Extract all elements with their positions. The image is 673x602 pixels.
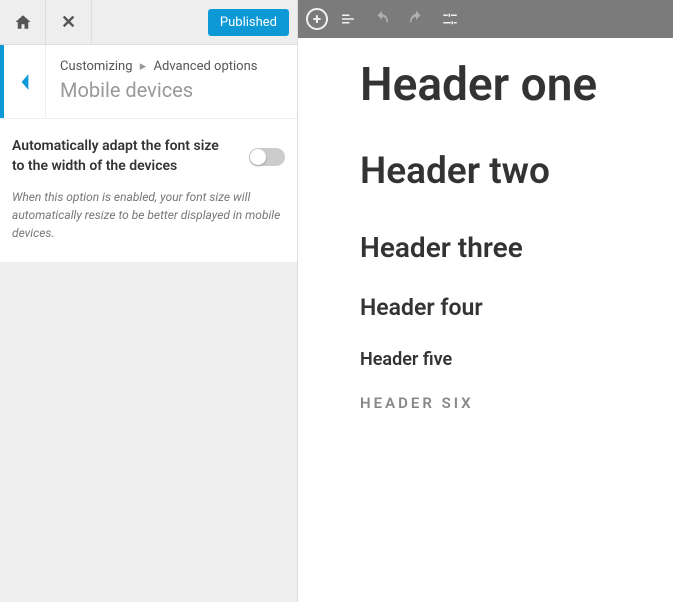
- settings-button[interactable]: [436, 5, 464, 33]
- preview-panel: + Header one Header two Header three Hea…: [298, 0, 673, 602]
- add-block-button[interactable]: +: [306, 8, 328, 30]
- heading-5[interactable]: Header five: [360, 349, 663, 370]
- page-title: Mobile devices: [60, 78, 283, 102]
- sidebar-top-row: ✕ Published: [0, 0, 297, 45]
- heading-1[interactable]: Header one: [360, 58, 663, 112]
- undo-icon: [373, 10, 391, 28]
- setting-label: Automatically adapt the font size to the…: [12, 137, 249, 176]
- heading-3[interactable]: Header three: [360, 231, 663, 264]
- setting-auto-font-size: Automatically adapt the font size to the…: [0, 119, 297, 263]
- home-button[interactable]: [0, 0, 46, 45]
- toggle-knob: [250, 149, 266, 165]
- chevron-right-icon: ▸: [140, 59, 147, 74]
- home-icon: [14, 13, 32, 31]
- setting-description: When this option is enabled, your font s…: [12, 188, 285, 242]
- redo-button[interactable]: [402, 5, 430, 33]
- redo-icon: [407, 10, 425, 28]
- heading-6[interactable]: HEADER SIX: [360, 394, 663, 412]
- customizer-sidebar: ✕ Published Customizing ▸ Advanced optio…: [0, 0, 298, 602]
- plus-icon: +: [313, 12, 321, 27]
- breadcrumb: Customizing ▸ Advanced options: [60, 59, 283, 74]
- list-icon: [339, 10, 357, 28]
- close-icon: ✕: [61, 12, 76, 33]
- sliders-icon: [441, 10, 459, 28]
- preview-content: Header one Header two Header three Heade…: [298, 38, 673, 602]
- breadcrumb-root: Customizing: [60, 59, 133, 74]
- breadcrumb-row: Customizing ▸ Advanced options Mobile de…: [0, 45, 297, 119]
- back-button[interactable]: [0, 45, 46, 118]
- publish-button[interactable]: Published: [208, 9, 289, 36]
- heading-4[interactable]: Header four: [360, 294, 663, 321]
- chevron-left-icon: [19, 73, 31, 91]
- toggle-auto-font-size[interactable]: [249, 148, 285, 166]
- close-button[interactable]: ✕: [46, 0, 92, 45]
- breadcrumb-section: Advanced options: [154, 59, 258, 74]
- heading-2[interactable]: Header two: [360, 150, 663, 193]
- editor-toolbar: +: [298, 0, 673, 38]
- undo-button[interactable]: [368, 5, 396, 33]
- outline-button[interactable]: [334, 5, 362, 33]
